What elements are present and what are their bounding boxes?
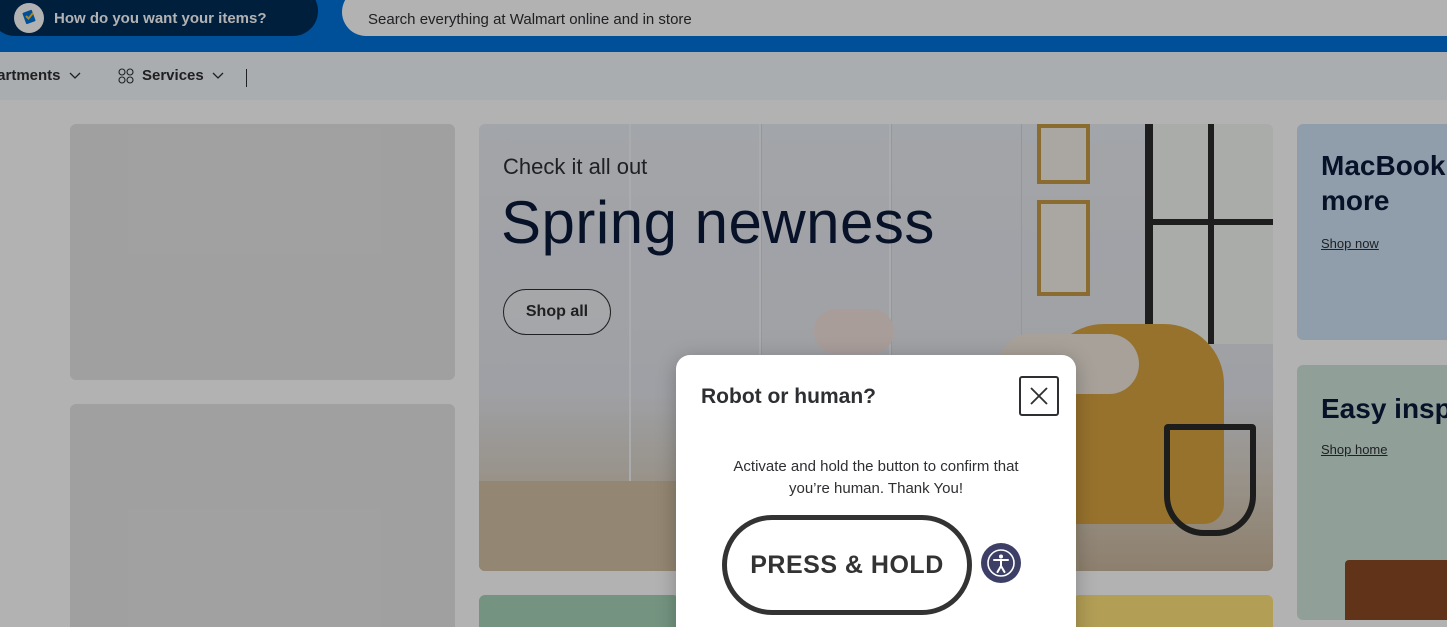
accessibility-button[interactable] (981, 543, 1021, 583)
robot-check-dialog: Robot or human? Activate and hold the bu… (676, 355, 1076, 627)
dialog-title: Robot or human? (701, 385, 876, 408)
close-icon (1030, 387, 1048, 405)
dialog-message: Activate and hold the button to confirm … (733, 458, 1019, 497)
close-button[interactable] (1019, 376, 1059, 416)
accessibility-icon (987, 549, 1015, 577)
press-and-hold-button[interactable]: PRESS & HOLD (722, 515, 972, 615)
page: How do you want your items? partments Se… (0, 0, 1447, 627)
